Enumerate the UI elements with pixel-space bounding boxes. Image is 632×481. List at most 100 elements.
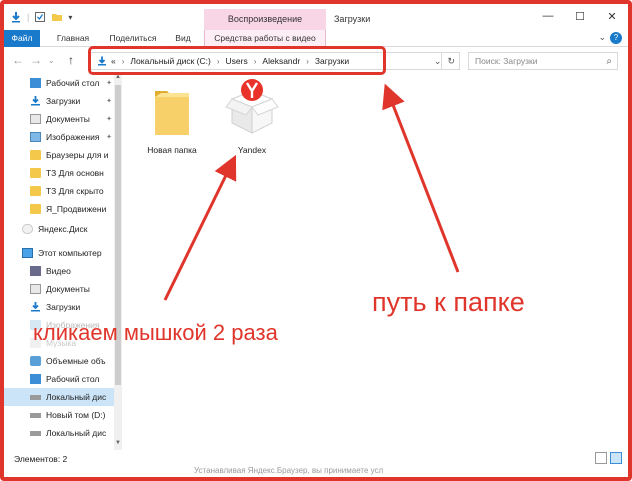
sidebar-item-local-disk[interactable]: Локальный дис bbox=[4, 424, 116, 442]
sidebar-item-label: Я_Продвижени bbox=[46, 204, 107, 214]
sidebar-item-label: Видео bbox=[46, 266, 71, 276]
breadcrumb-separator-icon: › bbox=[216, 56, 220, 66]
sidebar-item-downloads[interactable]: Загрузки bbox=[4, 298, 116, 316]
tab-view[interactable]: Вид bbox=[168, 30, 198, 47]
installer-notice-text: Устанавливая Яндекс.Браузер, вы принимае… bbox=[194, 466, 384, 475]
breadcrumb-item[interactable]: Загрузки bbox=[315, 56, 349, 66]
sidebar-item-label: Браузеры для и bbox=[46, 150, 109, 160]
customize-toolbar-chevron-icon[interactable]: ▾ bbox=[68, 13, 72, 22]
file-item-new-folder[interactable]: Новая папка bbox=[137, 83, 207, 155]
sidebar-item-label: ТЗ Для основн bbox=[46, 168, 104, 178]
sidebar-item-new-volume-d[interactable]: Новый том (D:) bbox=[4, 406, 116, 424]
tab-video-tools[interactable]: Средства работы с видео bbox=[204, 30, 326, 47]
sidebar-item-downloads[interactable]: Загрузки ✦ bbox=[4, 92, 116, 110]
sidebar-item-label: Загрузки bbox=[46, 302, 81, 312]
folder-icon bbox=[30, 150, 41, 160]
window-controls: — ☐ ✕ bbox=[532, 4, 628, 28]
close-button[interactable]: ✕ bbox=[596, 4, 628, 28]
scroll-down-icon[interactable]: ▼ bbox=[114, 440, 122, 446]
sidebar-item-label: Новый том (D:) bbox=[46, 410, 106, 420]
item-count: Элементов: 2 bbox=[14, 454, 68, 464]
breadcrumb-item[interactable]: Aleksandr bbox=[262, 56, 300, 66]
refresh-icon[interactable]: ↻ bbox=[447, 56, 455, 67]
sidebar-item-desktop[interactable]: Рабочий стол bbox=[4, 370, 116, 388]
address-dropdown-icon[interactable]: ⌄ bbox=[434, 56, 442, 67]
breadcrumb-item[interactable]: Users bbox=[226, 56, 248, 66]
download-icon bbox=[30, 302, 41, 312]
installer-notice: Устанавливая Яндекс.Браузер, вы принимае… bbox=[4, 466, 628, 477]
download-icon bbox=[30, 96, 41, 106]
tab-file[interactable]: Файл bbox=[4, 30, 40, 47]
folder-icon bbox=[30, 204, 41, 214]
sidebar-item-label: Локальный дис bbox=[46, 392, 107, 402]
sidebar-item-label: Объемные объ bbox=[46, 356, 106, 366]
sidebar-scrollbar[interactable]: ▲ ▼ bbox=[114, 73, 122, 450]
breadcrumb-item[interactable]: Локальный диск (C:) bbox=[130, 56, 210, 66]
sidebar-item-label: Загрузки bbox=[46, 96, 81, 106]
minimize-button[interactable]: — bbox=[532, 4, 564, 28]
sidebar-item-label: Рабочий стол bbox=[46, 374, 100, 384]
search-icon: ⌕ bbox=[606, 56, 612, 67]
folder-icon bbox=[151, 83, 193, 141]
tab-share[interactable]: Поделиться bbox=[104, 30, 162, 47]
sidebar-item-videos[interactable]: Видео bbox=[4, 262, 116, 280]
sidebar-item-label: Этот компьютер bbox=[38, 248, 102, 258]
help-icon[interactable]: ? bbox=[610, 32, 622, 44]
drive-icon bbox=[30, 430, 41, 436]
back-arrow-icon[interactable]: ← bbox=[12, 53, 24, 67]
documents-icon bbox=[30, 284, 41, 294]
sidebar-item-folder[interactable]: ТЗ Для основн bbox=[4, 164, 116, 182]
overflow-crumbs[interactable]: « bbox=[111, 56, 116, 66]
sidebar-item-label: Изображения bbox=[46, 132, 100, 142]
pin-icon: ✦ bbox=[106, 98, 112, 105]
title-bar: | ▾ Воспроизведение Загрузки — ☐ ✕ bbox=[4, 4, 628, 30]
status-bar: Элементов: 2 bbox=[4, 451, 628, 466]
navigation-pane: Рабочий стол ✦ Загрузки ✦ Документы ✦ Из… bbox=[4, 73, 122, 450]
view-switcher bbox=[595, 452, 622, 464]
breadcrumb-separator-icon: › bbox=[121, 56, 125, 66]
toolbar-separator: | bbox=[27, 12, 30, 22]
up-arrow-icon[interactable]: ↑ bbox=[68, 53, 74, 67]
pictures-icon bbox=[30, 132, 41, 142]
address-bar[interactable]: « › Локальный диск (C:) › Users › Aleksa… bbox=[90, 52, 442, 70]
sidebar-item-folder[interactable]: Браузеры для и bbox=[4, 146, 116, 164]
scroll-up-icon[interactable]: ▲ bbox=[114, 74, 122, 80]
drive-icon bbox=[30, 394, 41, 400]
properties-icon[interactable] bbox=[34, 11, 46, 23]
expand-ribbon-icon[interactable]: ⌄ bbox=[598, 32, 606, 43]
details-view-icon[interactable] bbox=[595, 452, 607, 464]
documents-icon bbox=[30, 114, 41, 124]
tab-home[interactable]: Главная bbox=[50, 30, 96, 47]
sidebar-item-3d-objects[interactable]: Объемные объ bbox=[4, 352, 116, 370]
sidebar-item-label: Локальный дис bbox=[46, 428, 107, 438]
3d-objects-icon bbox=[30, 356, 41, 366]
sidebar-item-this-pc[interactable]: Этот компьютер bbox=[4, 244, 116, 262]
sidebar-item-label: Документы bbox=[46, 284, 90, 294]
sidebar-item-yandex-disk[interactable]: Яндекс.Диск bbox=[4, 220, 116, 238]
breadcrumb-separator-icon: › bbox=[253, 56, 257, 66]
sidebar-item-desktop[interactable]: Рабочий стол ✦ bbox=[4, 74, 116, 92]
new-folder-icon[interactable] bbox=[51, 11, 63, 23]
context-tab-header: Воспроизведение bbox=[204, 9, 326, 30]
recent-locations-chevron-icon[interactable]: ⌄ bbox=[48, 56, 55, 65]
maximize-button[interactable]: ☐ bbox=[564, 4, 596, 28]
folder-icon bbox=[30, 186, 41, 196]
sidebar-item-pictures[interactable]: Изображения ✦ bbox=[4, 128, 116, 146]
sidebar-item-folder[interactable]: Я_Продвижени bbox=[4, 200, 116, 218]
quick-access-toolbar: | ▾ bbox=[10, 11, 72, 23]
search-input[interactable]: Поиск: Загрузки ⌕ bbox=[468, 52, 618, 70]
sidebar-item-folder[interactable]: ТЗ Для скрыто bbox=[4, 182, 116, 200]
desktop-icon bbox=[30, 78, 41, 88]
forward-arrow-icon[interactable]: → bbox=[30, 53, 42, 67]
search-placeholder: Поиск: Загрузки bbox=[475, 56, 538, 66]
large-icons-view-icon[interactable] bbox=[610, 452, 622, 464]
pin-icon: ✦ bbox=[106, 80, 112, 87]
download-arrow-icon[interactable] bbox=[10, 11, 22, 23]
sidebar-item-documents[interactable]: Документы bbox=[4, 280, 116, 298]
sidebar-item-documents[interactable]: Документы ✦ bbox=[4, 110, 116, 128]
yandex-package-icon bbox=[224, 77, 280, 145]
sidebar-item-local-disk-c[interactable]: Локальный дис bbox=[4, 388, 116, 406]
video-icon bbox=[30, 266, 41, 276]
file-item-yandex[interactable]: Yandex bbox=[217, 77, 287, 155]
pin-icon: ✦ bbox=[106, 134, 112, 141]
